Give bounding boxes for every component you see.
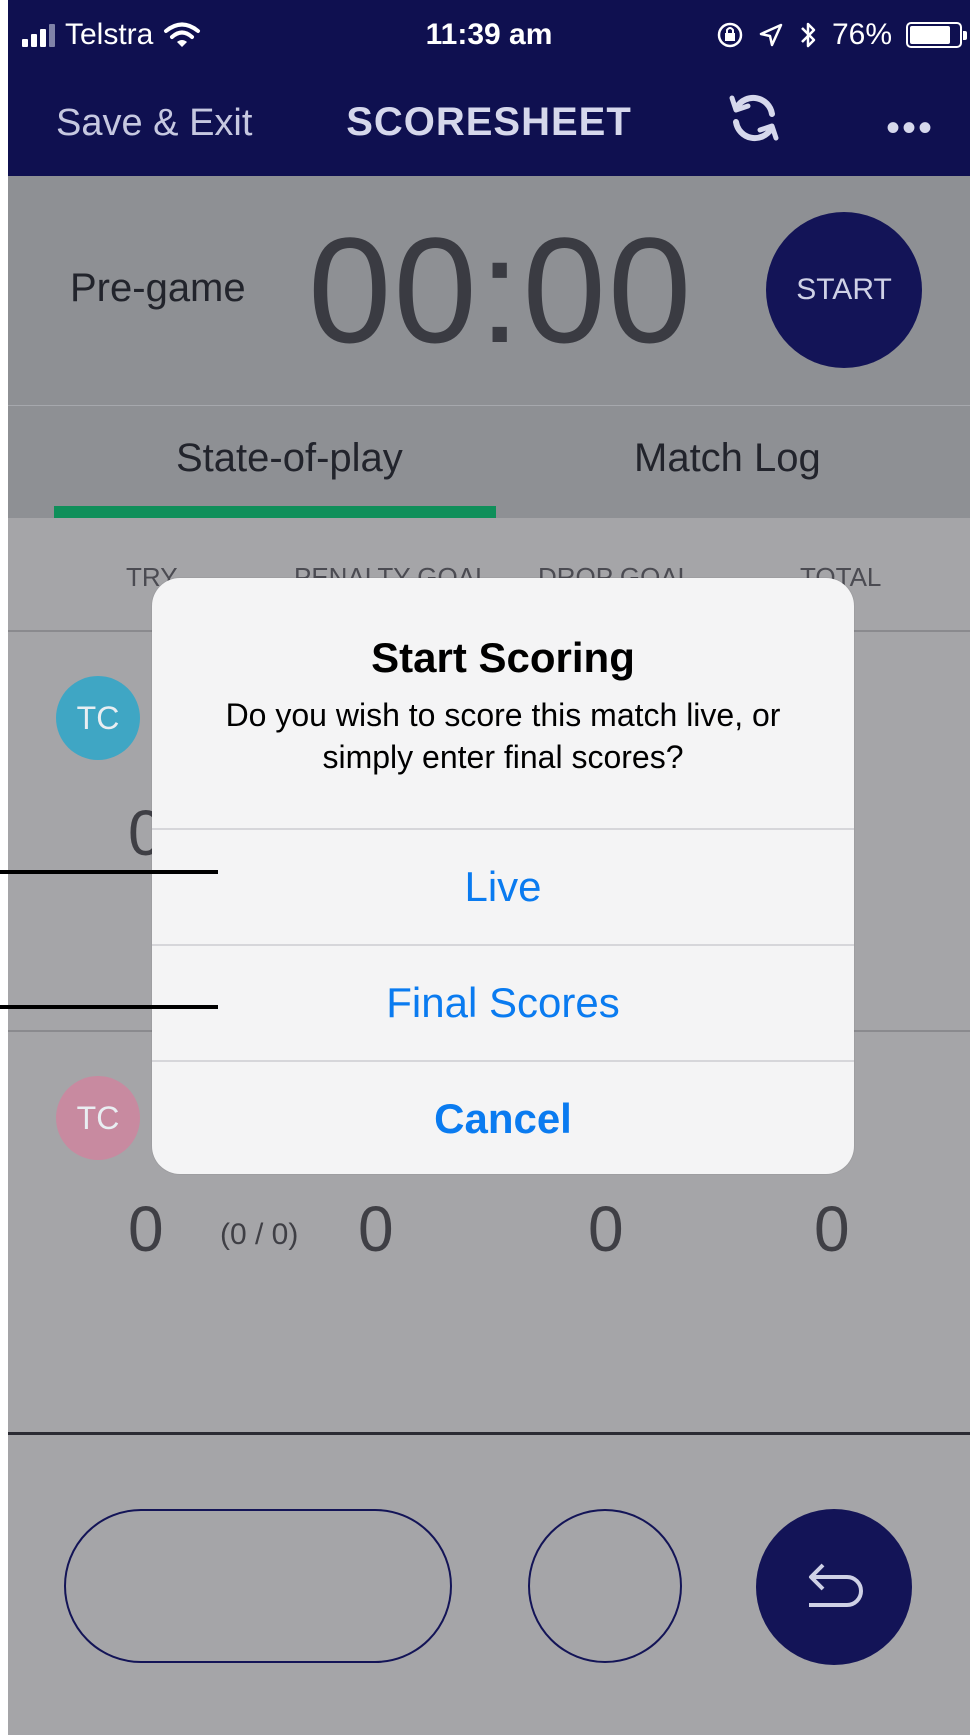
location-icon <box>759 23 783 47</box>
app-screen: Telstra 11:39 am 76% Save & Exit SCORESH… <box>8 0 970 1735</box>
undo-icon <box>809 1563 863 1607</box>
game-phase-label: Pre-game <box>70 266 246 310</box>
action-pill-button[interactable] <box>64 1509 452 1663</box>
dialog-message: Do you wish to score this match live, or… <box>225 697 781 775</box>
tab-state-of-play[interactable]: State-of-play <box>176 436 403 481</box>
page-title: SCORESHEET <box>346 100 632 144</box>
team-total-score: 0 <box>814 1193 850 1265</box>
team-conversions: (0 / 0) <box>220 1218 299 1251</box>
orientation-lock-icon <box>717 22 743 48</box>
bluetooth-icon <box>801 22 816 48</box>
timer-panel: Pre-game 00:00 START <box>8 176 970 406</box>
more-options-icon[interactable]: ••• <box>886 106 934 151</box>
annotation-line <box>0 870 218 874</box>
refresh-icon[interactable] <box>726 90 782 146</box>
game-clock: 00:00 <box>308 206 694 374</box>
final-scores-button[interactable]: Final Scores <box>152 946 854 1060</box>
status-right: 76% <box>716 18 967 52</box>
battery-icon <box>906 22 967 48</box>
undo-button[interactable] <box>756 1509 912 1665</box>
battery-percent: 76% <box>831 18 892 51</box>
tab-match-log[interactable]: Match Log <box>634 436 821 481</box>
team-avatar: TC <box>56 676 140 760</box>
team-penalty-goal-score: 0 <box>358 1193 394 1265</box>
annotation-line <box>0 1005 218 1009</box>
live-button[interactable]: Live <box>152 830 854 944</box>
nav-bar: Save & Exit SCORESHEET ••• <box>8 76 970 176</box>
tab-bar: State-of-play Match Log <box>8 406 970 518</box>
dialog-title: Start Scoring <box>371 634 635 681</box>
bottom-controls <box>8 1435 970 1735</box>
active-tab-indicator <box>54 506 496 518</box>
team-try-score: 0 <box>128 1193 164 1265</box>
start-button[interactable]: START <box>766 212 922 368</box>
status-bar: Telstra 11:39 am 76% <box>8 0 970 76</box>
cancel-button[interactable]: Cancel <box>152 1062 854 1174</box>
team-drop-goal-score: 0 <box>588 1193 624 1265</box>
start-scoring-dialog: Start Scoring Do you wish to score this … <box>152 578 854 1174</box>
action-circle-button[interactable] <box>528 1509 682 1663</box>
team-avatar: TC <box>56 1076 140 1160</box>
